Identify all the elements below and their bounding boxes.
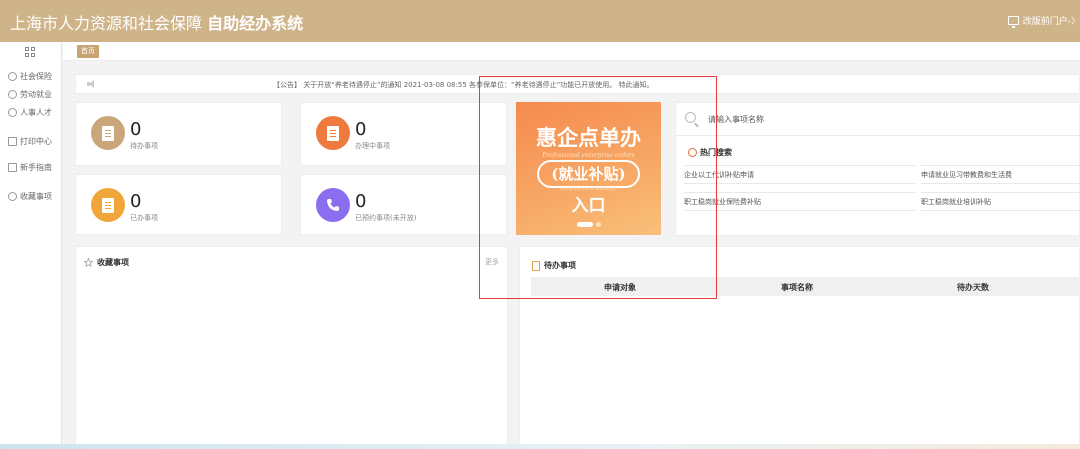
stat-value: 0 xyxy=(130,119,142,140)
search-row xyxy=(676,103,1080,136)
tab-bar: 首页 xyxy=(63,42,1080,61)
fire-icon xyxy=(688,148,697,157)
app-title-bold: 自助经办系统 xyxy=(207,14,304,33)
printer-icon xyxy=(8,137,17,146)
document-icon xyxy=(91,116,125,150)
sidebar-item-label: 收藏事项 xyxy=(20,192,52,201)
stat-value: 0 xyxy=(355,119,367,140)
todo-title-label: 待办事项 xyxy=(544,261,576,270)
banner-tag: (就业补贴) xyxy=(537,160,640,188)
people-icon xyxy=(8,108,17,117)
carousel-dots[interactable] xyxy=(516,222,661,227)
hot-search-item[interactable]: 申请就业见习带教费和生活费 xyxy=(921,165,1080,184)
search-card: 热门搜索 企业以工代训补贴申请 申请就业见习带教费和生活费 职工稳岗就业保险费补… xyxy=(675,102,1080,236)
top-header: 上海市人力资源和社会保障 自助经办系统 改版前门户-〉 xyxy=(0,0,1080,42)
sidebar-item-social-insurance[interactable]: 社会保险 xyxy=(8,71,52,82)
stat-card-done[interactable]: 0 已办事项 xyxy=(75,174,282,235)
old-portal-label: 改版前门户-〉 xyxy=(1022,17,1080,27)
hot-search-title: 热门搜索 xyxy=(688,147,732,158)
completed-document-icon xyxy=(91,188,125,222)
favorites-more-link[interactable]: 更多 xyxy=(485,257,499,267)
stat-value: 0 xyxy=(355,191,367,212)
banner-subtitle-en: Professional enterprise orders xyxy=(542,152,635,159)
person-icon xyxy=(8,90,17,99)
sidebar-item-personnel[interactable]: 人事人才 xyxy=(8,107,52,118)
hot-search-item[interactable]: 职工稳岗就业培训补贴 xyxy=(921,192,1080,211)
favorites-title-label: 收藏事项 xyxy=(97,258,129,267)
sidebar-item-label: 打印中心 xyxy=(20,137,52,146)
shield-icon xyxy=(8,72,17,81)
bottom-strip xyxy=(0,444,1080,449)
monitor-icon xyxy=(1007,16,1019,28)
favorites-title: 收藏事项 xyxy=(84,257,129,268)
column-header-days: 待办天数 xyxy=(957,283,989,292)
sidebar-item-label: 人事人才 xyxy=(20,108,52,117)
carousel-dot xyxy=(595,222,601,227)
sidebar-item-employment[interactable]: 劳动就业 xyxy=(8,89,52,100)
hot-search-item[interactable]: 职工稳岗就业保险费补贴 xyxy=(684,192,916,211)
hot-search-label: 热门搜索 xyxy=(700,148,732,157)
sidebar-item-print-center[interactable]: 打印中心 xyxy=(8,136,52,147)
guide-icon xyxy=(8,163,17,172)
sidebar-item-label: 新手指南 xyxy=(20,163,52,172)
stat-card-pending[interactable]: 0 待办事项 xyxy=(75,102,282,166)
todo-table-header: 申请对象 事项名称 待办天数 xyxy=(531,277,1080,296)
speaker-icon xyxy=(87,80,96,88)
sidebar-item-favorites[interactable]: 收藏事项 xyxy=(8,191,52,202)
search-icon[interactable] xyxy=(685,112,696,123)
app-title: 上海市人力资源和社会保障 自助经办系统 xyxy=(10,10,303,34)
sidebar-item-guide[interactable]: 新手指南 xyxy=(8,162,52,173)
banner-title: 惠企点单办 xyxy=(536,125,641,150)
star-icon xyxy=(84,258,93,267)
star-icon xyxy=(8,192,17,201)
sidebar-item-label: 社会保险 xyxy=(20,72,52,81)
sidebar: 社会保险 劳动就业 人事人才 打印中心 新手指南 收藏事项 xyxy=(0,42,62,449)
notice-bar: 【公告】 关于开放“养老待遇停止”的通知 2021-03-08 08:55 各参… xyxy=(75,74,1080,94)
subsidy-banner[interactable]: 惠企点单办 Professional enterprise orders (就业… xyxy=(516,102,661,235)
hot-search-item[interactable]: 企业以工代训补贴申请 xyxy=(684,165,916,184)
stat-card-processing[interactable]: 0 办理中事项 xyxy=(300,102,507,166)
app-grid-icon[interactable] xyxy=(25,47,36,58)
favorites-panel: 收藏事项 更多 xyxy=(75,246,508,449)
app-title-main: 上海市人力资源和社会保障 xyxy=(10,14,203,33)
carousel-dot-active xyxy=(576,222,593,227)
notice-text[interactable]: 【公告】 关于开放“养老待遇停止”的通知 2021-03-08 08:55 各参… xyxy=(273,80,653,90)
stat-label: 已办事项 xyxy=(130,214,158,222)
stat-label: 已预约事项(未开放) xyxy=(355,214,417,222)
edit-document-icon xyxy=(316,116,350,150)
stat-card-reserved[interactable]: 0 已预约事项(未开放) xyxy=(300,174,507,235)
tab-home[interactable]: 首页 xyxy=(77,45,99,58)
stat-value: 0 xyxy=(130,191,142,212)
stat-label: 办理中事项 xyxy=(355,142,390,150)
todo-title: 待办事项 xyxy=(532,260,576,271)
column-header-applicant: 申请对象 xyxy=(604,283,636,292)
old-portal-link[interactable]: 改版前门户-〉 xyxy=(1007,14,1080,28)
clipboard-icon xyxy=(532,260,540,271)
phone-icon xyxy=(316,188,350,222)
sidebar-item-label: 劳动就业 xyxy=(20,90,52,99)
banner-entry: 入口 xyxy=(571,196,606,216)
search-input[interactable] xyxy=(708,111,1068,127)
column-header-item-name: 事项名称 xyxy=(781,283,813,292)
stat-label: 待办事项 xyxy=(130,142,158,150)
